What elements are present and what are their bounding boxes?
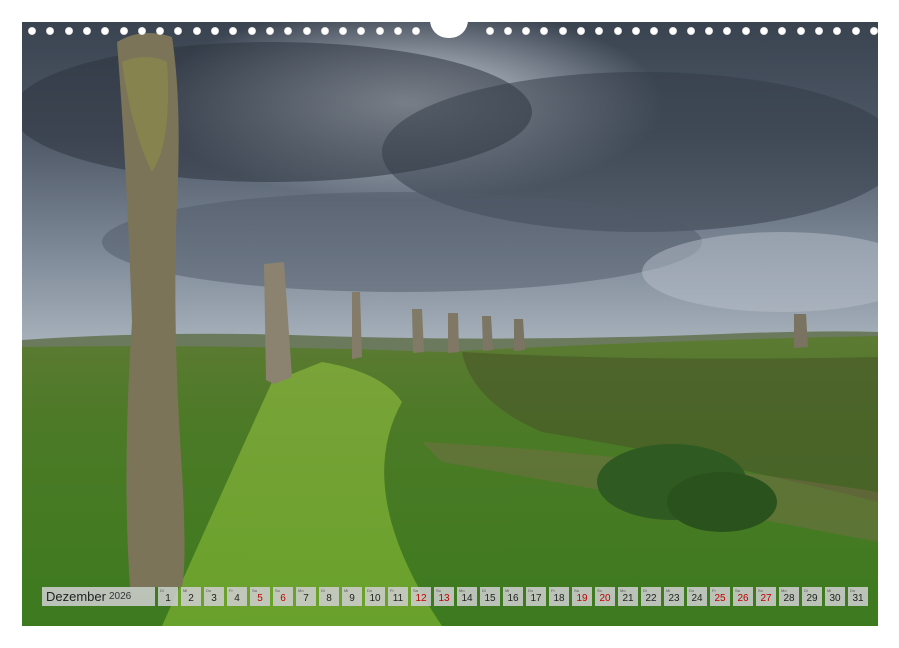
day-number: 12	[415, 593, 427, 604]
day-number: 3	[211, 593, 217, 604]
calendar-day: Fr 18	[549, 587, 569, 606]
calendar-day: Mi 9	[342, 587, 362, 606]
month-label: Dezember 2026	[42, 587, 155, 606]
day-number: 6	[280, 593, 286, 604]
calendar-day: Do 17	[526, 587, 546, 606]
day-number: 26	[737, 593, 749, 604]
day-number: 11	[392, 593, 404, 604]
day-number: 19	[576, 593, 588, 604]
calendar-day: Do 31	[848, 587, 868, 606]
calendar-strip: Dezember 2026 Di 1 Mi 2 Do 3 Fr 4 Sa 5 So 6 Mo 7 Di 8 Mi…	[42, 587, 868, 606]
calendar-day: Fr 11	[388, 587, 408, 606]
day-number: 7	[303, 593, 309, 604]
calendar-day: Di 29	[802, 587, 822, 606]
day-number: 24	[691, 593, 703, 604]
day-number: 9	[349, 593, 355, 604]
day-number: 25	[714, 593, 726, 604]
month-year: 2026	[108, 591, 132, 602]
day-number: 21	[622, 593, 634, 604]
calendar-day: So 13	[434, 587, 454, 606]
calendar-day: Di 1	[158, 587, 178, 606]
calendar-day: Mo 28	[779, 587, 799, 606]
day-number: 5	[257, 593, 263, 604]
day-number: 1	[165, 593, 171, 604]
day-number: 20	[599, 593, 611, 604]
day-number: 15	[484, 593, 496, 604]
calendar-day: Do 10	[365, 587, 385, 606]
calendar-day: So 20	[595, 587, 615, 606]
day-number: 30	[829, 593, 841, 604]
day-number: 13	[438, 593, 450, 604]
day-number: 8	[326, 593, 332, 604]
calendar-day: Mi 16	[503, 587, 523, 606]
day-number: 14	[461, 593, 473, 604]
calendar-day: So 27	[756, 587, 776, 606]
day-number: 31	[852, 593, 864, 604]
calendar-day: Mi 2	[181, 587, 201, 606]
calendar-day: Sa 19	[572, 587, 592, 606]
day-number: 18	[553, 593, 565, 604]
calendar-day: Di 15	[480, 587, 500, 606]
standing-stones-landscape	[22, 22, 878, 626]
calendar-day: Mi 23	[664, 587, 684, 606]
calendar-day: Fr 4	[227, 587, 247, 606]
calendar-day: Mo 21	[618, 587, 638, 606]
month-name: Dezember	[46, 589, 106, 604]
day-number: 4	[234, 593, 240, 604]
calendar-day: Di 8	[319, 587, 339, 606]
calendar-day: Sa 5	[250, 587, 270, 606]
calendar-day: Di 22	[641, 587, 661, 606]
calendar-day: Mo 14	[457, 587, 477, 606]
day-number: 10	[369, 593, 381, 604]
calendar-day: Do 24	[687, 587, 707, 606]
day-number: 28	[783, 593, 795, 604]
day-number: 16	[507, 593, 519, 604]
calendar-day: Mi 30	[825, 587, 845, 606]
calendar-day: Do 3	[204, 587, 224, 606]
day-number: 29	[806, 593, 818, 604]
day-number: 22	[645, 593, 657, 604]
calendar-day: Mo 7	[296, 587, 316, 606]
day-number: 27	[760, 593, 772, 604]
day-number: 23	[668, 593, 680, 604]
calendar-day: Fr 25	[710, 587, 730, 606]
calendar-day: So 6	[273, 587, 293, 606]
calendar-day: Sa 26	[733, 587, 753, 606]
day-number: 17	[530, 593, 542, 604]
calendar-day: Sa 12	[411, 587, 431, 606]
day-number: 2	[188, 593, 194, 604]
calendar-photo	[22, 22, 878, 626]
